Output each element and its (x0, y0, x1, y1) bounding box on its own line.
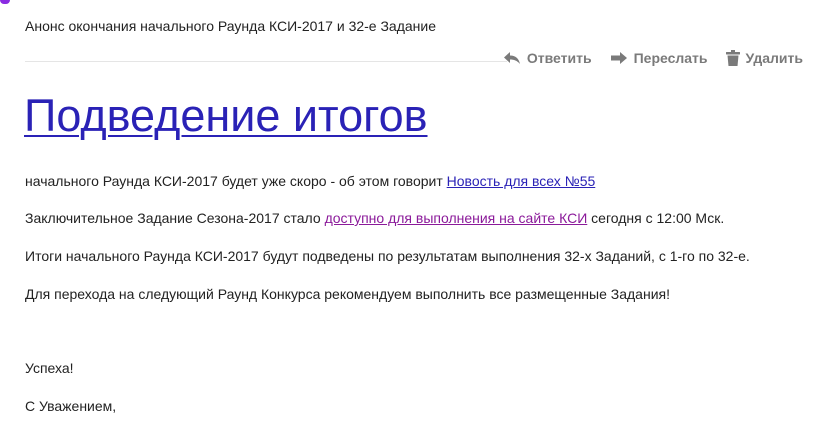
headline-link[interactable]: Подведение итогов (24, 88, 428, 144)
forward-label: Переслать (633, 50, 708, 66)
delete-button[interactable]: Удалить (725, 50, 803, 66)
paragraph-task-after: сегодня с 12:00 Мск. (591, 210, 725, 226)
delete-label: Удалить (745, 50, 803, 66)
reply-arrow-icon (503, 51, 521, 65)
task-site-link[interactable]: доступно для выполнения на сайте КСИ (325, 210, 588, 226)
reply-label: Ответить (526, 50, 592, 66)
email-view: Анонс окончания начального Раунда КСИ-20… (0, 0, 813, 435)
forward-button[interactable]: Переслать (610, 50, 708, 66)
paragraph-task: Заключительное Задание Сезона-2017 стало… (25, 210, 724, 226)
paragraph-recommendation: Для перехода на следующий Раунд Конкурса… (25, 286, 670, 302)
paragraph-task-before: Заключительное Задание Сезона-2017 стало (25, 210, 321, 226)
closing-regards: С Уважением, (25, 398, 117, 414)
news-link[interactable]: Новость для всех №55 (447, 173, 596, 189)
reply-button[interactable]: Ответить (503, 50, 592, 66)
header-divider (25, 61, 507, 62)
paragraph-news: начального Раунда КСИ-2017 будет уже ско… (25, 173, 595, 189)
email-subject: Анонс окончания начального Раунда КСИ-20… (25, 18, 437, 34)
closing-wish: Успеха! (25, 360, 74, 376)
top-accent-mark (0, 0, 10, 4)
email-actions: Ответить Переслать Удалить (503, 50, 803, 66)
trash-icon (725, 50, 740, 66)
paragraph-results: Итоги начального Раунда КСИ-2017 будут п… (25, 248, 750, 264)
paragraph-news-text: начального Раунда КСИ-2017 будет уже ско… (25, 173, 443, 189)
forward-arrow-icon (610, 51, 628, 65)
